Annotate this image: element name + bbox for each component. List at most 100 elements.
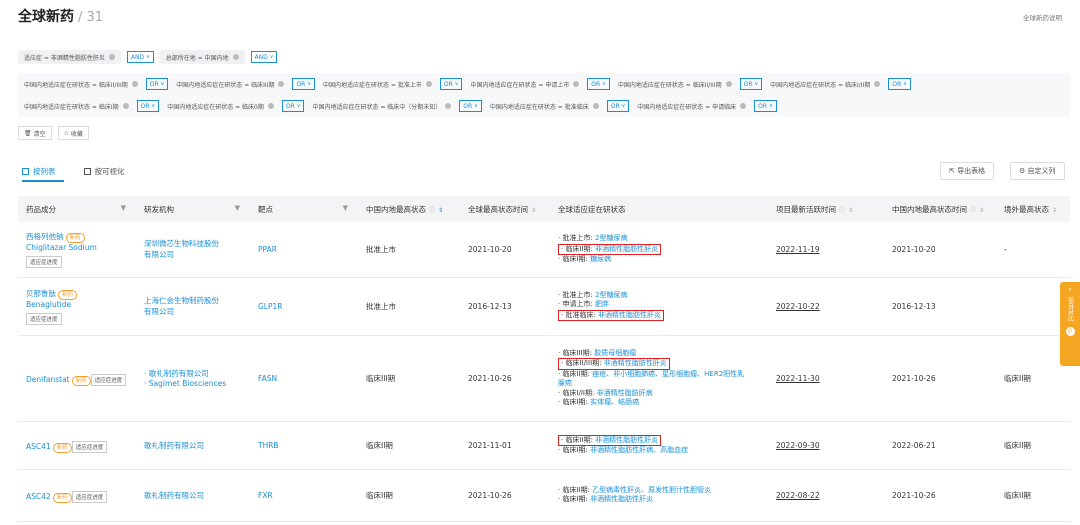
drug-name[interactable]: ASC41 <box>26 442 51 451</box>
operator-select[interactable]: OR ∨ <box>888 78 911 90</box>
drug-name[interactable]: 西格列他钠 <box>26 232 64 241</box>
remove-icon[interactable] <box>573 81 580 87</box>
table-row[interactable]: 贝那鲁肽 新药 Benaglutide 适应症进度 上海仁会生物制药股份 有限公司 GLP1… <box>18 277 1070 336</box>
org-link[interactable]: 歌礼制药有限公司 <box>144 440 250 451</box>
col-cn-status[interactable]: 中国内地最高状态 ⓘ ⇕ <box>358 196 460 222</box>
save-button[interactable]: ☆ 收藏 <box>57 126 89 140</box>
operator-select[interactable]: AND ∨ <box>250 51 278 63</box>
indication-progress-button[interactable]: 适应症进度 <box>26 312 62 325</box>
clear-button[interactable]: 🗑 清空 <box>18 126 52 140</box>
indication-progress-button[interactable]: 适应症进度 <box>71 441 108 453</box>
operator-select[interactable]: OR ∨ <box>136 100 160 112</box>
indication-progress-button[interactable]: 适应症进度 <box>26 255 62 268</box>
help-link[interactable]: 全球新药说明 <box>1023 12 1062 22</box>
remove-icon[interactable] <box>278 81 285 87</box>
operator-select[interactable]: OR ∨ <box>739 78 763 90</box>
org-link[interactable]: 有限公司 <box>144 249 250 260</box>
filter-icon[interactable]: ▼ <box>121 204 126 212</box>
table-row[interactable]: 西格列他钠 新药 Chiglitazar Sodium 适应症进度 深圳微芯生物科技股份… <box>18 222 1070 278</box>
sort-icon[interactable]: ⇕ <box>1052 207 1057 214</box>
status-filter-chip[interactable]: 中国内地适应症在研状态 = 申请上市 <box>468 77 581 91</box>
col-org[interactable]: 研发机构 ▼ <box>136 196 250 222</box>
sort-icon[interactable]: ⇕ <box>848 207 853 214</box>
drug-name[interactable]: Denifanstat <box>26 375 70 384</box>
indication-link[interactable]: 痤疮、非小细胞肺癌、星形细胞瘤、HER2阳性乳 <box>592 370 744 378</box>
sort-icon[interactable]: ⇕ <box>979 207 984 214</box>
tab-list[interactable]: 按列表 <box>22 166 56 177</box>
operator-select[interactable]: OR ∨ <box>145 78 169 90</box>
indication-link[interactable]: 非酒精性脂肪性肝炎 <box>604 359 667 367</box>
indication-link[interactable]: 非酒精性脂肪性肝炎 <box>595 436 658 444</box>
org-link[interactable]: 有限公司 <box>144 306 250 317</box>
status-filter-chip[interactable]: 中国内地适应症在研状态 = 临床0期 <box>165 99 276 113</box>
status-filter-chip[interactable]: 中国内地适应症在研状态 = 临床II/III期 <box>616 77 734 91</box>
indication-link[interactable]: 糖尿病 <box>590 255 611 263</box>
export-button[interactable]: ⇱ 导出表格 <box>940 162 995 180</box>
remove-icon[interactable] <box>445 103 452 109</box>
indication-progress-button[interactable]: 适应症进度 <box>71 491 108 503</box>
indication-link[interactable]: 2型糖尿病 <box>595 234 627 242</box>
operator-select[interactable]: OR ∨ <box>281 100 305 112</box>
operator-select[interactable]: OR ∨ <box>754 100 777 112</box>
indication-progress-button[interactable]: 适应症进度 <box>90 374 127 386</box>
status-filter-chip[interactable]: 中国内地适应症在研状态 = 申请临床 <box>635 99 748 113</box>
col-cn-time[interactable]: 中国内地最高状态时间 ⓘ ⇕ <box>884 196 996 222</box>
remove-icon[interactable] <box>425 81 432 87</box>
indication-link[interactable]: 非酒精性脂肪性肝炎 <box>598 311 661 319</box>
status-filter-chip[interactable]: 中国内地适应症在研状态 = 临床III期 <box>174 77 286 91</box>
status-filter-chip[interactable]: 中国内地适应症在研状态 = 临床I期 <box>22 99 131 113</box>
table-row[interactable]: ASC41 新药 适应症进度 歌礼制药有限公司 THRB 临床II期 2021-11-01 ·… <box>18 421 1070 470</box>
org-link[interactable]: · 歌礼制药有限公司 <box>144 368 250 379</box>
indication-link[interactable]: 非酒精性脂肪性肝炎 <box>595 245 658 253</box>
remove-icon[interactable] <box>267 103 274 109</box>
indication-link[interactable]: 非酒精性脂肪肝病 <box>597 389 653 397</box>
remove-icon[interactable] <box>108 54 115 60</box>
status-filter-chip[interactable]: 中国内地适应症在研状态 = 临床II/III期 <box>22 77 140 91</box>
col-target[interactable]: 靶点 ▼ <box>250 196 358 222</box>
col-drug[interactable]: 药品成分 ▼ <box>18 196 136 222</box>
operator-select[interactable]: OR ∨ <box>587 78 610 90</box>
compare-side-tab[interactable]: « 项目对比 0 <box>1060 282 1080 366</box>
operator-select[interactable]: OR ∨ <box>606 100 630 112</box>
col-overseas[interactable]: 境外最高状态 ⇕ <box>996 196 1070 222</box>
filter-icon[interactable]: ▼ <box>235 204 240 212</box>
col-active-time[interactable]: 项目最新活跃时间 ⓘ ⇕ <box>768 196 884 222</box>
operator-select[interactable]: OR ∨ <box>459 100 482 112</box>
indication-link[interactable]: 实体瘤、结肠癌 <box>590 398 639 406</box>
indication-link[interactable]: 非酒精性脂肪性肝病、高脂血症 <box>590 446 688 454</box>
remove-icon[interactable] <box>725 81 732 87</box>
col-global-time[interactable]: 全球最高状态时间 ⇕ <box>460 196 550 222</box>
filter-icon[interactable]: ▼ <box>343 204 348 212</box>
operator-select[interactable]: OR ∨ <box>439 78 463 90</box>
status-filter-chip[interactable]: 中国内地适应症在研状态 = 批准上市 <box>321 77 434 91</box>
table-row[interactable]: Denifanstat 新药 适应症进度 · 歌礼制药有限公司 · Sagimet Bi… <box>18 335 1070 422</box>
org-link[interactable]: 深圳微芯生物科技股份 <box>144 238 250 249</box>
indication-link[interactable]: 腺癌 <box>558 379 572 387</box>
remove-icon[interactable] <box>131 81 138 87</box>
org-link[interactable]: 歌礼制药有限公司 <box>144 490 250 501</box>
remove-icon[interactable] <box>740 103 747 109</box>
drug-name[interactable]: ASC42 <box>26 492 51 501</box>
indication-link[interactable]: 2型糖尿病 <box>595 291 627 299</box>
remove-icon[interactable] <box>232 54 239 60</box>
filter-chip-hq[interactable]: 总部所在地 = 中国内地 <box>159 50 245 64</box>
table-row[interactable]: ASC42 新药 适应症进度 歌礼制药有限公司 FXR 临床II期 2021-10-26 · … <box>18 469 1070 522</box>
filter-chip-indication[interactable]: 适应症 = 非酒精性脂肪性肝炎 <box>18 50 121 64</box>
indication-link[interactable]: 胶质母细胞瘤 <box>594 349 636 357</box>
indication-link[interactable]: 非酒精性脂肪性肝炎 <box>590 495 653 503</box>
status-filter-chip[interactable]: 中国内地适应症在研状态 = 批准临床 <box>488 99 601 113</box>
remove-icon[interactable] <box>592 103 599 109</box>
org-link[interactable]: 上海仁会生物制药股份 <box>144 295 250 306</box>
drug-en-name[interactable]: Benaglutide <box>26 300 136 309</box>
sort-icon[interactable]: ⇕ <box>531 207 536 214</box>
operator-select[interactable]: AND ∨ <box>126 51 154 63</box>
remove-icon[interactable] <box>122 103 129 109</box>
indication-link[interactable]: 乙型病毒性肝炎、原发性胆汁性胆管炎 <box>592 486 711 494</box>
drug-en-name[interactable]: Chiglitazar Sodium <box>26 243 136 252</box>
status-filter-chip[interactable]: 中国内地适应症在研状态 = 临床中（分期未知） <box>310 99 453 113</box>
tab-visual[interactable]: 按可视化 <box>83 166 125 177</box>
custom-columns-button[interactable]: ⚙ 自定义列 <box>1010 162 1065 180</box>
status-filter-chip[interactable]: 中国内地适应症在研状态 = 临床I/II期 <box>768 77 882 91</box>
indication-link[interactable]: 肥胖 <box>595 300 609 308</box>
org-link[interactable]: · Sagimet Biosciences <box>144 379 250 388</box>
